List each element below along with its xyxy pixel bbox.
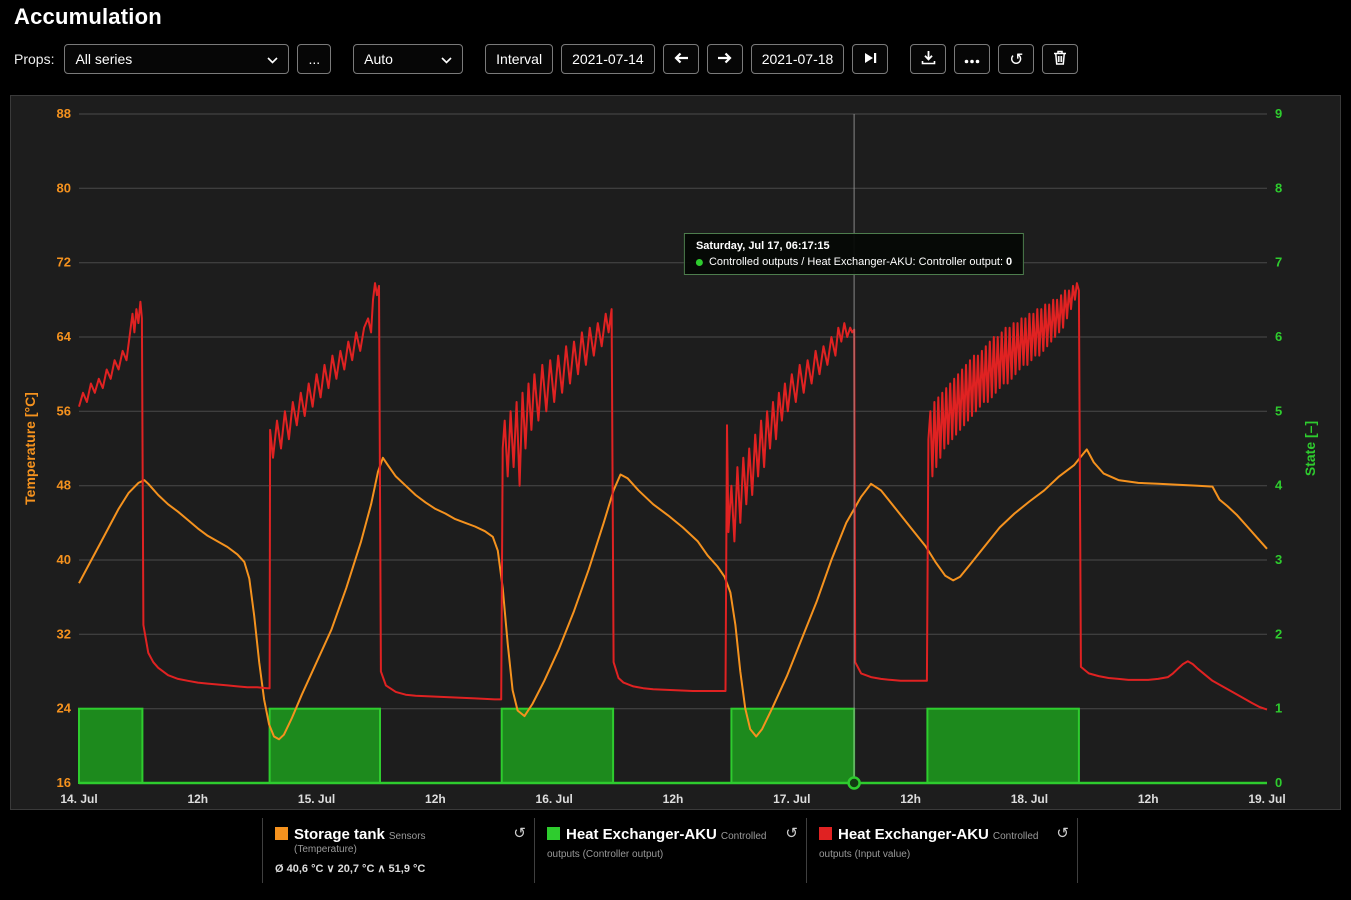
mode-select[interactable]: Auto [353, 44, 464, 74]
legend-series-name: Heat Exchanger-AKU [566, 826, 717, 843]
chevron-down-icon [267, 51, 279, 67]
series-more-button[interactable]: ... [297, 44, 332, 74]
mode-select-value: Auto [364, 51, 393, 67]
date-from-field[interactable]: 2021-07-14 [561, 44, 655, 74]
svg-text:17. Jul: 17. Jul [773, 792, 810, 806]
svg-text:4: 4 [1275, 478, 1283, 493]
history-button[interactable]: ↺ [998, 44, 1035, 74]
svg-text:2: 2 [1275, 626, 1282, 641]
trash-icon [1053, 50, 1067, 68]
more-options-button[interactable] [954, 44, 991, 74]
series-swatch [819, 827, 832, 840]
svg-text:12h: 12h [663, 792, 684, 806]
svg-text:1: 1 [1275, 701, 1282, 716]
legend-series-category: Sensors [388, 831, 426, 842]
skip-to-end-button[interactable] [852, 44, 889, 74]
next-interval-button[interactable] [706, 44, 743, 74]
svg-text:19. Jul: 19. Jul [1248, 792, 1285, 806]
chevron-down-icon [441, 51, 452, 67]
history-icon[interactable]: ↺ [785, 824, 798, 842]
props-label: Props: [14, 51, 55, 67]
history-icon[interactable]: ↺ [1056, 824, 1069, 842]
chart-plot[interactable]: 16 24 32 40 48 56 64 72 80 88 0 1 2 3 4 5 6 7 8 9 14. Jul 12h… [11, 96, 1340, 809]
download-button[interactable] [910, 44, 947, 74]
next-arrow-icon [717, 51, 733, 67]
svg-text:32: 32 [57, 626, 71, 641]
tooltip-series-text: Controlled outputs / Heat Exchanger-AKU:… [708, 256, 1004, 268]
toolbar: Props: All series ... Auto Interval 2021… [14, 42, 1079, 76]
series-swatch [547, 827, 560, 840]
svg-text:14. Jul: 14. Jul [60, 792, 97, 806]
svg-text:0: 0 [1275, 775, 1282, 790]
tooltip-value: 0 [1006, 256, 1013, 268]
svg-text:12h: 12h [900, 792, 921, 806]
svg-text:80: 80 [57, 180, 71, 195]
tooltip-timestamp: Saturday, Jul 17, 06:17:15 [695, 240, 830, 252]
delete-button[interactable] [1042, 44, 1079, 74]
svg-text:15. Jul: 15. Jul [298, 792, 335, 806]
chart-legend: ↺ Storage tank Sensors (Temperature) Ø 40… [262, 818, 1078, 883]
svg-text:State [–]: State [–] [1302, 421, 1318, 476]
chart-container: 16 24 32 40 48 56 64 72 80 88 0 1 2 3 4 5 6 7 8 9 14. Jul 12h… [10, 95, 1341, 810]
page-header: Accumulation [0, 0, 1351, 34]
history-icon[interactable]: ↺ [513, 824, 526, 842]
svg-text:6: 6 [1275, 329, 1282, 344]
legend-series-name: Storage tank [294, 826, 385, 843]
svg-text:5: 5 [1275, 403, 1282, 418]
svg-text:3: 3 [1275, 552, 1282, 567]
svg-text:12h: 12h [187, 792, 208, 806]
legend-series-detail: (Temperature) [294, 844, 357, 855]
legend-item-heat-exchanger-input[interactable]: ↺ Heat Exchanger-AKU Controlled outputs (… [806, 818, 1078, 883]
svg-text:16. Jul: 16. Jul [536, 792, 573, 806]
series-select-value: All series [75, 51, 133, 67]
legend-series-stats: Ø 40,6 °C ∨ 20,7 °C ∧ 51,9 °C [275, 863, 426, 875]
svg-text:12h: 12h [425, 792, 446, 806]
history-icon: ↺ [1009, 49, 1024, 69]
svg-text:9: 9 [1275, 106, 1282, 121]
svg-text:40: 40 [57, 552, 71, 567]
interval-button[interactable]: Interval [485, 44, 554, 74]
download-icon [921, 50, 936, 68]
series-color-dot [695, 258, 703, 266]
series-select[interactable]: All series [64, 44, 290, 74]
legend-item-heat-exchanger-output[interactable]: ↺ Heat Exchanger-AKU Controlled outputs (… [534, 818, 806, 883]
svg-text:8: 8 [1275, 180, 1282, 195]
legend-series-name: Heat Exchanger-AKU [838, 826, 989, 843]
svg-text:12h: 12h [1138, 792, 1159, 806]
svg-text:64: 64 [57, 329, 72, 344]
page-title: Accumulation [14, 4, 162, 29]
svg-text:24: 24 [57, 701, 72, 716]
date-to-field[interactable]: 2021-07-18 [750, 44, 845, 74]
svg-text:7: 7 [1275, 255, 1282, 270]
prev-arrow-icon [673, 51, 689, 67]
svg-text:56: 56 [57, 403, 71, 418]
skip-to-end-icon [863, 51, 878, 67]
prev-interval-button[interactable] [662, 44, 699, 74]
series-swatch [275, 827, 288, 840]
more-options-icon [964, 51, 980, 67]
svg-text:88: 88 [57, 106, 71, 121]
svg-text:Temperature [°C]: Temperature [°C] [22, 392, 38, 505]
svg-text:16: 16 [57, 775, 71, 790]
svg-text:48: 48 [57, 478, 71, 493]
svg-text:72: 72 [57, 255, 71, 270]
chart-tooltip: Saturday, Jul 17, 06:17:15 Controlled ou… [683, 233, 1025, 275]
legend-item-storage-tank[interactable]: ↺ Storage tank Sensors (Temperature) Ø 40… [262, 818, 534, 883]
svg-text:18. Jul: 18. Jul [1011, 792, 1048, 806]
